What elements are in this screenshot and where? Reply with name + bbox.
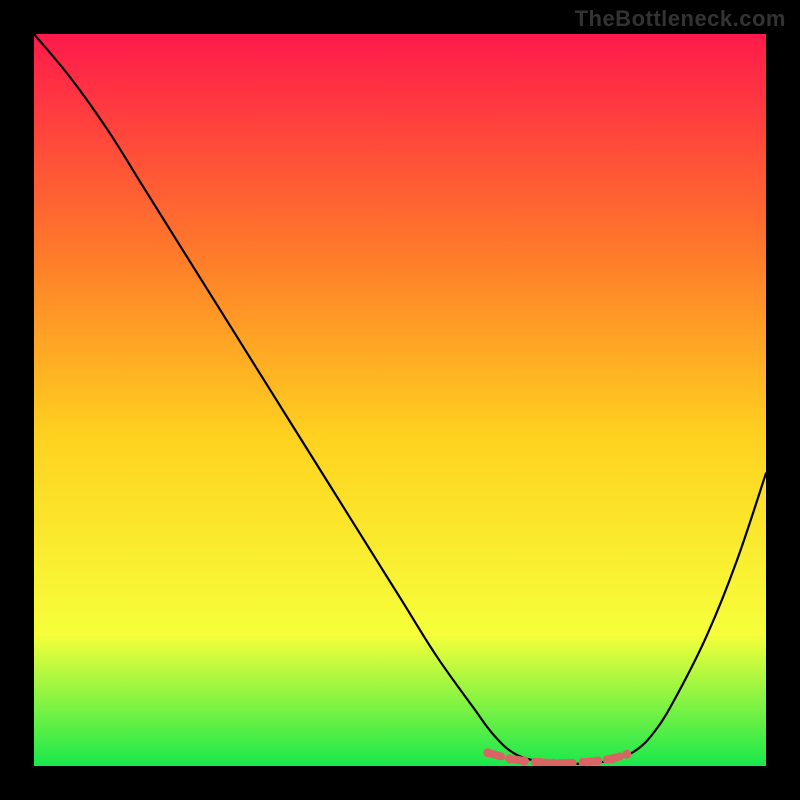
chart-frame: TheBottleneck.com bbox=[0, 0, 800, 800]
highlight-marker bbox=[520, 756, 529, 765]
highlight-marker bbox=[622, 750, 631, 759]
highlight-marker bbox=[483, 748, 492, 757]
bottleneck-chart bbox=[34, 34, 766, 766]
plot-area bbox=[34, 34, 766, 766]
highlight-marker bbox=[593, 756, 602, 765]
highlight-marker bbox=[608, 754, 617, 763]
gradient-background bbox=[34, 34, 766, 766]
watermark-label: TheBottleneck.com bbox=[575, 6, 786, 32]
highlight-marker bbox=[505, 754, 514, 763]
